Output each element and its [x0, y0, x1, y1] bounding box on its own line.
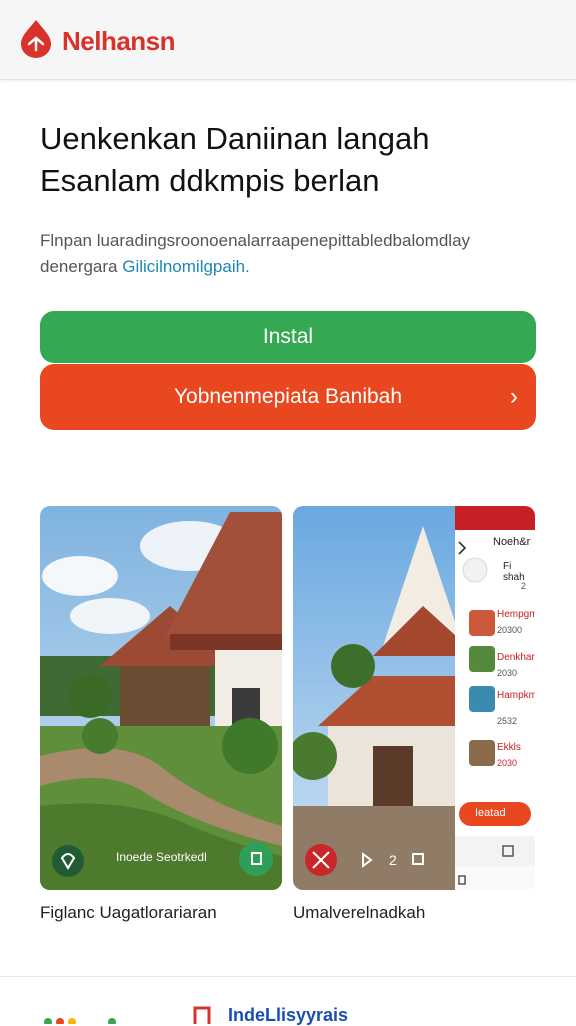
panel-item-1-sub: 2: [521, 581, 527, 591]
panel-item-4-sub: 2532: [497, 716, 518, 726]
panel-item-5-sub: 2030: [497, 758, 518, 768]
secondary-action-label: Yobnenmepiata Banibah: [173, 385, 403, 408]
description-link[interactable]: Gilicilnomilgpaih.: [122, 257, 250, 276]
panel-item-4[interactable]: Hampkm: [497, 690, 535, 701]
panel-item-5[interactable]: Ekkls: [497, 742, 521, 753]
footer-link[interactable]: IndeLlisyyrais: [228, 1005, 348, 1026]
panel-item-2[interactable]: Hempgm: [497, 609, 535, 620]
title-line-2: Esanlam ddkmpis berlan: [40, 163, 380, 198]
title-line-1: Uenkenkan Daniinan langah: [40, 121, 430, 156]
panel-item-1[interactable]: Fi shah: [503, 561, 535, 583]
page-title: Uenkenkan Daniinan langah Esanlam ddkmpi…: [40, 118, 540, 202]
panel-item-3-sub: 2030: [497, 668, 518, 678]
app-name[interactable]: Nelhansn: [62, 26, 176, 57]
screenshot-2[interactable]: 2 Noeh&r Fi shah 2 Hempgm 20300 Denkhan …: [293, 506, 535, 890]
description-line-1: Flnpan luaradingsroonoenalarraapenepitta…: [40, 231, 471, 250]
screenshot-2-caption: Umalverelnadkah: [293, 903, 426, 922]
description-text: denergara: [40, 257, 123, 276]
screenshot-badge: Inoede Seotrkedl: [116, 850, 207, 864]
footer-brand-icon: [193, 1006, 211, 1024]
temple-garden-image: [40, 506, 282, 890]
secondary-action-button[interactable]: Yobnenmepiata Banibah ›: [40, 364, 536, 430]
red-drop-logo-icon[interactable]: [18, 18, 54, 58]
install-button[interactable]: Instal: [40, 311, 536, 363]
footer-dots-icon: [44, 1018, 116, 1024]
description-line-2: denergara Gilicilnomilgpaih.: [40, 254, 540, 280]
panel-title: Noeh&r: [493, 536, 531, 548]
app-header: Nelhansn: [0, 0, 576, 80]
description: Flnpan luaradingsroonoenalarraapenepitta…: [40, 228, 540, 280]
screenshot-1[interactable]: Inoede Seotrkedl: [40, 506, 282, 890]
svg-text:2: 2: [389, 852, 397, 868]
panel-item-2-sub: 20300: [497, 625, 523, 635]
chevron-right-icon: ›: [510, 383, 518, 410]
panel-item-3[interactable]: Denkhan: [497, 652, 535, 663]
screenshot-1-caption: Figlanc Uagatlorariaran: [40, 903, 217, 922]
panel-action-button[interactable]: Ieatad: [475, 807, 506, 819]
footer-divider: [0, 976, 576, 977]
